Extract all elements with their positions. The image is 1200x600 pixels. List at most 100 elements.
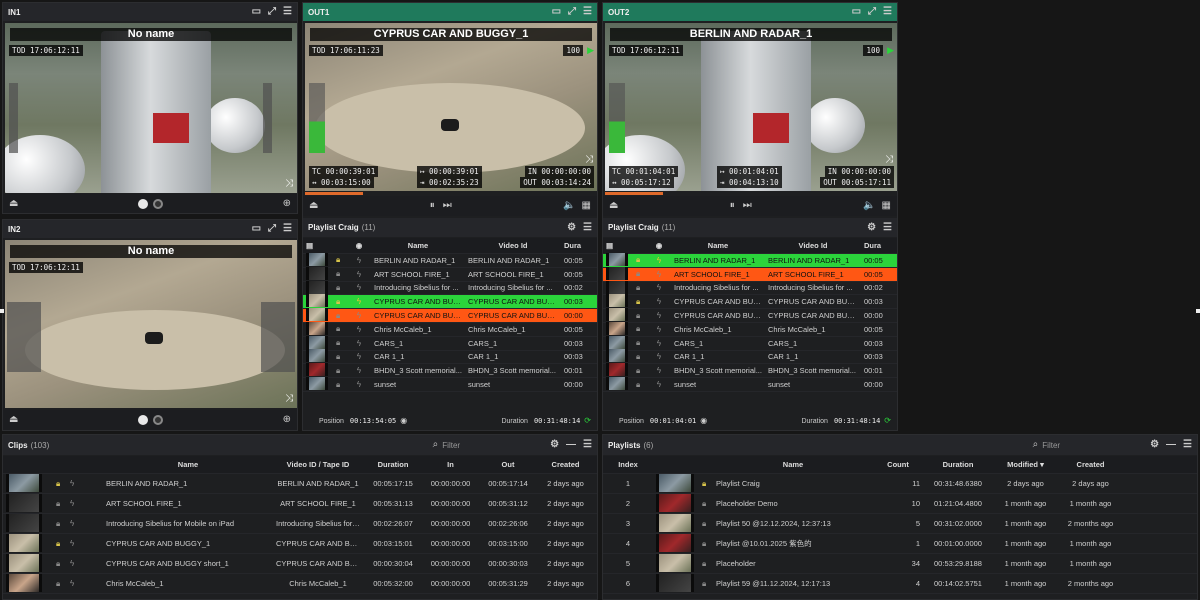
lock-icon[interactable]: 🔒︎: [333, 311, 347, 321]
lock-icon[interactable]: 🔒︎: [633, 255, 647, 265]
col-modified[interactable]: Modified ▾: [993, 460, 1058, 469]
bolt-icon[interactable]: ϟ: [347, 352, 371, 361]
settings-icon[interactable]: ⚙: [550, 440, 559, 450]
record-dot[interactable]: [153, 199, 164, 209]
lock-icon[interactable]: 🔒︎: [333, 283, 347, 293]
col-video-id[interactable]: Video ID / Tape ID: [273, 460, 363, 469]
table-row[interactable]: 🔒︎ ϟ Introducing Sibelius for Mobile on iP…: [3, 513, 597, 534]
lock-icon[interactable]: 🔒︎: [333, 352, 347, 362]
col-index[interactable]: Index: [603, 460, 653, 469]
lock-icon[interactable]: 🔒︎: [333, 297, 347, 307]
table-row[interactable]: 🔒︎ ϟ Introducing Sibelius for ... Introduci…: [603, 280, 897, 296]
volume-icon[interactable]: 🔈: [863, 201, 875, 211]
col-out[interactable]: Out: [478, 460, 538, 469]
menu-icon[interactable]: ☰: [883, 222, 892, 233]
expand-icon[interactable]: ⤢: [868, 7, 876, 17]
lock-icon[interactable]: 🔒︎: [333, 255, 347, 265]
lock-icon[interactable]: 🔒︎: [633, 297, 647, 307]
table-row[interactable]: 🔒︎ ϟ sunset sunset 00:00: [303, 377, 597, 392]
in2-video[interactable]: No name TOD 17:06:12:11 ⤨: [5, 240, 297, 408]
volume-icon[interactable]: 🔈: [563, 201, 575, 211]
bolt-icon[interactable]: ϟ: [647, 270, 671, 279]
table-row[interactable]: 5 🔒︎ Placeholder 34 00:53:29.8188 1 month ago…: [603, 553, 1197, 574]
bolt-icon[interactable]: ϟ: [67, 519, 103, 528]
resize-handle-left[interactable]: [0, 309, 4, 313]
table-row[interactable]: 🔒︎ ϟ BERLIN AND RADAR_1 BERLIN AND RADAR_1 0…: [303, 252, 597, 268]
lock-icon[interactable]: 🔒︎: [53, 499, 67, 509]
table-row[interactable]: 🔒︎ ϟ CARS_1 CARS_1 00:03: [603, 335, 897, 351]
lock-icon[interactable]: 🔒︎: [333, 366, 347, 376]
menu-icon[interactable]: ☰: [1183, 440, 1192, 450]
table-row[interactable]: 🔒︎ ϟ CAR 1_1 CAR 1_1 00:03: [303, 349, 597, 365]
bolt-icon[interactable]: ϟ: [347, 256, 371, 265]
table-row[interactable]: 🔒︎ ϟ Introducing Sibelius for ... Introduci…: [303, 280, 597, 296]
out2-progress[interactable]: [605, 192, 664, 195]
bolt-icon[interactable]: ϟ: [347, 270, 371, 279]
resize-handle-right[interactable]: [1196, 309, 1200, 313]
table-row[interactable]: 🔒︎ ϟ ART SCHOOL FIRE_1 ART SCHOOL FIRE_1 00:…: [303, 266, 597, 282]
table-row[interactable]: 🔒︎ ϟ CYPRUS CAR AND BUG... CYPRUS CAR AND B…: [603, 308, 897, 323]
table-row[interactable]: 4 🔒︎ Playlist @10.01.2025 紫色的 1 00:01:00.000…: [603, 533, 1197, 554]
bolt-icon[interactable]: ϟ: [347, 380, 371, 389]
bolt-icon[interactable]: ϟ: [347, 297, 371, 306]
menu-icon[interactable]: ☰: [583, 7, 592, 17]
refresh-icon[interactable]: ⟳: [884, 416, 891, 426]
settings-icon[interactable]: ⚙: [1150, 440, 1159, 450]
in1-video[interactable]: No name TOD 17:06:12:11 ⤨: [5, 23, 297, 193]
record-dot[interactable]: [138, 199, 149, 209]
col-video-id[interactable]: Video Id: [465, 241, 561, 250]
lock-icon[interactable]: 🔒︎: [633, 269, 647, 279]
skip-next-icon[interactable]: ⏭: [743, 201, 752, 211]
lock-icon[interactable]: 🔒︎: [53, 559, 67, 569]
settings-icon[interactable]: ⚙: [867, 222, 876, 233]
col-name[interactable]: Name: [371, 241, 465, 250]
lock-icon[interactable]: 🔒︎: [333, 324, 347, 334]
table-row[interactable]: 🔒︎ ϟ BHDN_3 Scott memorial... BHDN_3 Scott …: [303, 363, 597, 379]
bolt-icon[interactable]: ϟ: [347, 283, 371, 292]
bolt-icon[interactable]: ϟ: [67, 579, 103, 588]
col-name[interactable]: Name: [103, 460, 273, 469]
expand-icon[interactable]: ⤢: [568, 7, 576, 17]
record-dot[interactable]: [153, 415, 164, 425]
lock-icon[interactable]: 🔒︎: [633, 283, 647, 293]
shuffle-icon[interactable]: ⤨: [285, 393, 293, 404]
lock-icon[interactable]: 🔒︎: [633, 352, 647, 362]
lock-icon[interactable]: 🔒︎: [53, 579, 67, 589]
bolt-icon[interactable]: ϟ: [647, 352, 671, 361]
table-row[interactable]: 1 🔒︎ Playlist Craig 11 00:31:48.6380 2 days a…: [603, 473, 1197, 494]
eject-icon[interactable]: ⏏: [309, 201, 318, 211]
bolt-icon[interactable]: ϟ: [67, 539, 103, 548]
bolt-icon[interactable]: ϟ: [347, 325, 371, 334]
lock-icon[interactable]: 🔒︎: [333, 380, 347, 390]
eye-icon[interactable]: ◉: [700, 416, 707, 426]
menu-icon[interactable]: ☰: [883, 7, 892, 17]
table-row[interactable]: 🔒︎ ϟ CYPRUS CAR AND BUG... CYPRUS CAR AND B…: [303, 294, 597, 310]
eye-icon[interactable]: ◉: [400, 416, 407, 426]
bolt-icon[interactable]: ϟ: [647, 311, 671, 320]
table-row[interactable]: 🔒︎ ϟ Chris McCaleb_1 Chris McCaleb_1 00:05: [603, 321, 897, 337]
pause-icon[interactable]: ⏸: [730, 201, 735, 211]
table-row[interactable]: 🔒︎ ϟ CARS_1 CARS_1 00:03: [303, 335, 597, 351]
col-duration[interactable]: Dura: [561, 241, 595, 250]
shuffle-icon[interactable]: ⤨: [885, 154, 893, 165]
lock-icon[interactable]: 🔒︎: [699, 479, 713, 489]
col-created[interactable]: Created: [538, 460, 593, 469]
eject-icon[interactable]: ⏏: [609, 201, 618, 211]
eject-icon[interactable]: ⏏: [9, 415, 18, 425]
shuffle-icon[interactable]: ⤨: [285, 178, 293, 189]
menu-icon[interactable]: ☰: [583, 222, 592, 233]
clips-filter[interactable]: ⌕ Filter: [433, 440, 460, 450]
bolt-icon[interactable]: ϟ: [647, 256, 671, 265]
lock-icon[interactable]: 🔒︎: [53, 479, 67, 489]
menu-icon[interactable]: ☰: [283, 7, 292, 17]
bolt-icon[interactable]: ϟ: [647, 325, 671, 334]
lock-icon[interactable]: 🔒︎: [633, 366, 647, 376]
col-duration[interactable]: Dura: [861, 241, 895, 250]
add-icon[interactable]: ⊕: [283, 199, 291, 209]
table-row[interactable]: 🔒︎ ϟ Chris McCaleb_1 Chris McCaleb_1 00:05:3…: [3, 573, 597, 594]
lock-icon[interactable]: 🔒︎: [633, 311, 647, 321]
calendar-icon[interactable]: ▦: [582, 201, 591, 211]
pause-icon[interactable]: ⏸: [430, 201, 435, 211]
table-row[interactable]: 🔒︎ ϟ CYPRUS CAR AND BUGGY_1 CYPRUS CAR AND …: [3, 533, 597, 554]
col-created[interactable]: Created: [1058, 460, 1123, 469]
